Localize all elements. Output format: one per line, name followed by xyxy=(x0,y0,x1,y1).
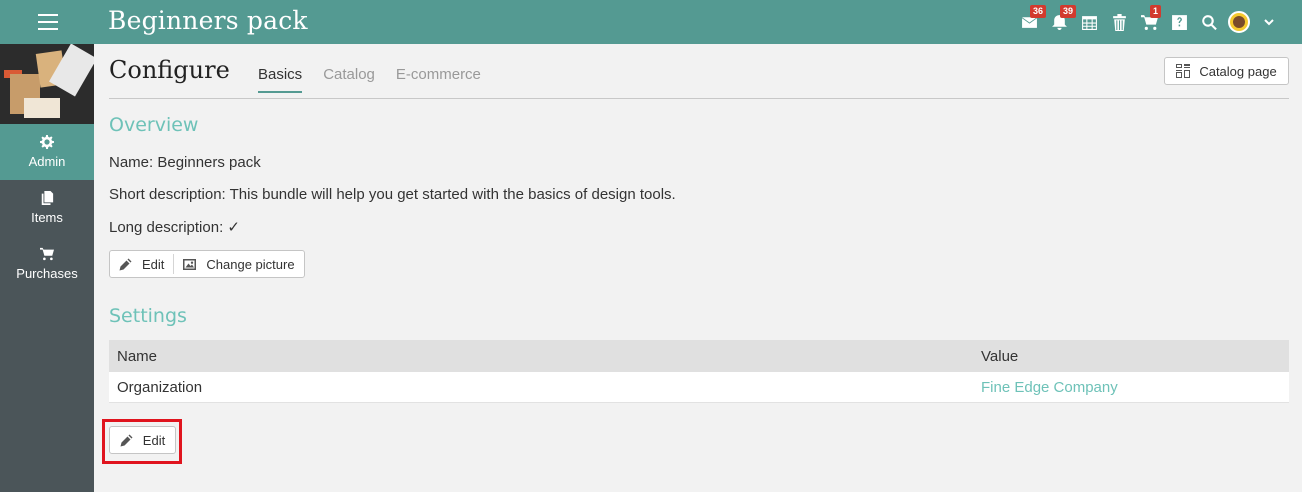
chevron-down-icon xyxy=(1264,19,1274,26)
settings-table: Name Value Organization Fine Edge Compan… xyxy=(109,340,1289,403)
overview-button-group: Edit Change picture xyxy=(109,250,305,278)
change-picture-label: Change picture xyxy=(206,256,295,272)
edit-overview-button[interactable]: Edit xyxy=(110,251,173,277)
tab-basics[interactable]: Basics xyxy=(258,66,303,93)
catalog-page-label: Catalog page xyxy=(1199,63,1277,79)
trash-button[interactable] xyxy=(1104,0,1134,44)
notifications-button[interactable]: 39 xyxy=(1044,0,1077,44)
image-icon xyxy=(183,258,197,270)
tabs-divider xyxy=(109,98,1289,99)
overview-short-description: Short description: This bundle will help… xyxy=(109,186,676,203)
search-button[interactable] xyxy=(1194,0,1224,44)
item-picture xyxy=(0,44,94,124)
help-button[interactable] xyxy=(1164,0,1194,44)
pencil-icon xyxy=(119,258,132,270)
hamburger-menu-icon[interactable] xyxy=(38,14,58,30)
cart-icon xyxy=(40,247,54,261)
column-header-value: Value xyxy=(981,347,1019,365)
edit-label: Edit xyxy=(142,256,165,272)
edit-label: Edit xyxy=(142,432,166,448)
sidebar-item-admin[interactable]: Admin xyxy=(0,124,94,180)
catalog-page-button[interactable]: Catalog page xyxy=(1164,57,1289,85)
sidebar-item-label: Admin xyxy=(28,154,66,169)
messages-button[interactable]: 36 xyxy=(1014,0,1047,44)
sidebar-item-purchases[interactable]: Purchases xyxy=(0,236,94,292)
edit-settings-button[interactable]: Edit xyxy=(109,426,176,454)
top-toolbar: 36 39 1 xyxy=(1014,0,1284,44)
cart-badge: 1 xyxy=(1150,5,1162,18)
overview-long-description: Long description: ✓ xyxy=(109,219,240,236)
tab-ecommerce[interactable]: E-commerce xyxy=(396,66,481,93)
organization-link[interactable]: Fine Edge Company xyxy=(981,379,1118,396)
settings-heading: Settings xyxy=(109,305,187,327)
table-row: Organization Fine Edge Company xyxy=(109,372,1289,403)
page-title: Configure xyxy=(109,56,230,84)
change-picture-button[interactable]: Change picture xyxy=(174,251,303,277)
overview-heading: Overview xyxy=(109,114,199,136)
search-icon xyxy=(1201,14,1217,30)
main-content: Configure Basics Catalog E-commerce Cata… xyxy=(94,44,1302,492)
sidebar-item-items[interactable]: Items xyxy=(0,180,94,236)
setting-name-cell: Organization xyxy=(117,378,203,396)
files-icon xyxy=(41,191,54,205)
avatar xyxy=(1228,11,1250,33)
app-title: Beginners pack xyxy=(108,6,308,35)
cart-button[interactable]: 1 xyxy=(1134,0,1164,44)
tab-catalog[interactable]: Catalog xyxy=(323,66,375,93)
trash-icon xyxy=(1112,13,1126,31)
user-avatar-button[interactable] xyxy=(1224,0,1254,44)
calendar-button[interactable] xyxy=(1074,0,1104,44)
top-bar: Beginners pack 36 39 1 xyxy=(0,0,1302,44)
pencil-icon xyxy=(120,434,133,446)
user-menu-button[interactable] xyxy=(1254,0,1284,44)
sidebar-item-label: Items xyxy=(31,210,63,225)
help-icon xyxy=(1171,14,1187,30)
grid-icon xyxy=(1176,64,1191,78)
overview-name: Name: Beginners pack xyxy=(109,154,261,171)
column-header-name: Name xyxy=(117,347,158,365)
sidebar: Admin Items Purchases xyxy=(0,44,94,492)
tabs: Basics Catalog E-commerce xyxy=(258,66,502,93)
sidebar-item-label: Purchases xyxy=(16,266,78,281)
calendar-icon xyxy=(1081,15,1097,30)
gear-icon xyxy=(40,135,54,149)
table-header-row: Name Value xyxy=(109,340,1289,372)
